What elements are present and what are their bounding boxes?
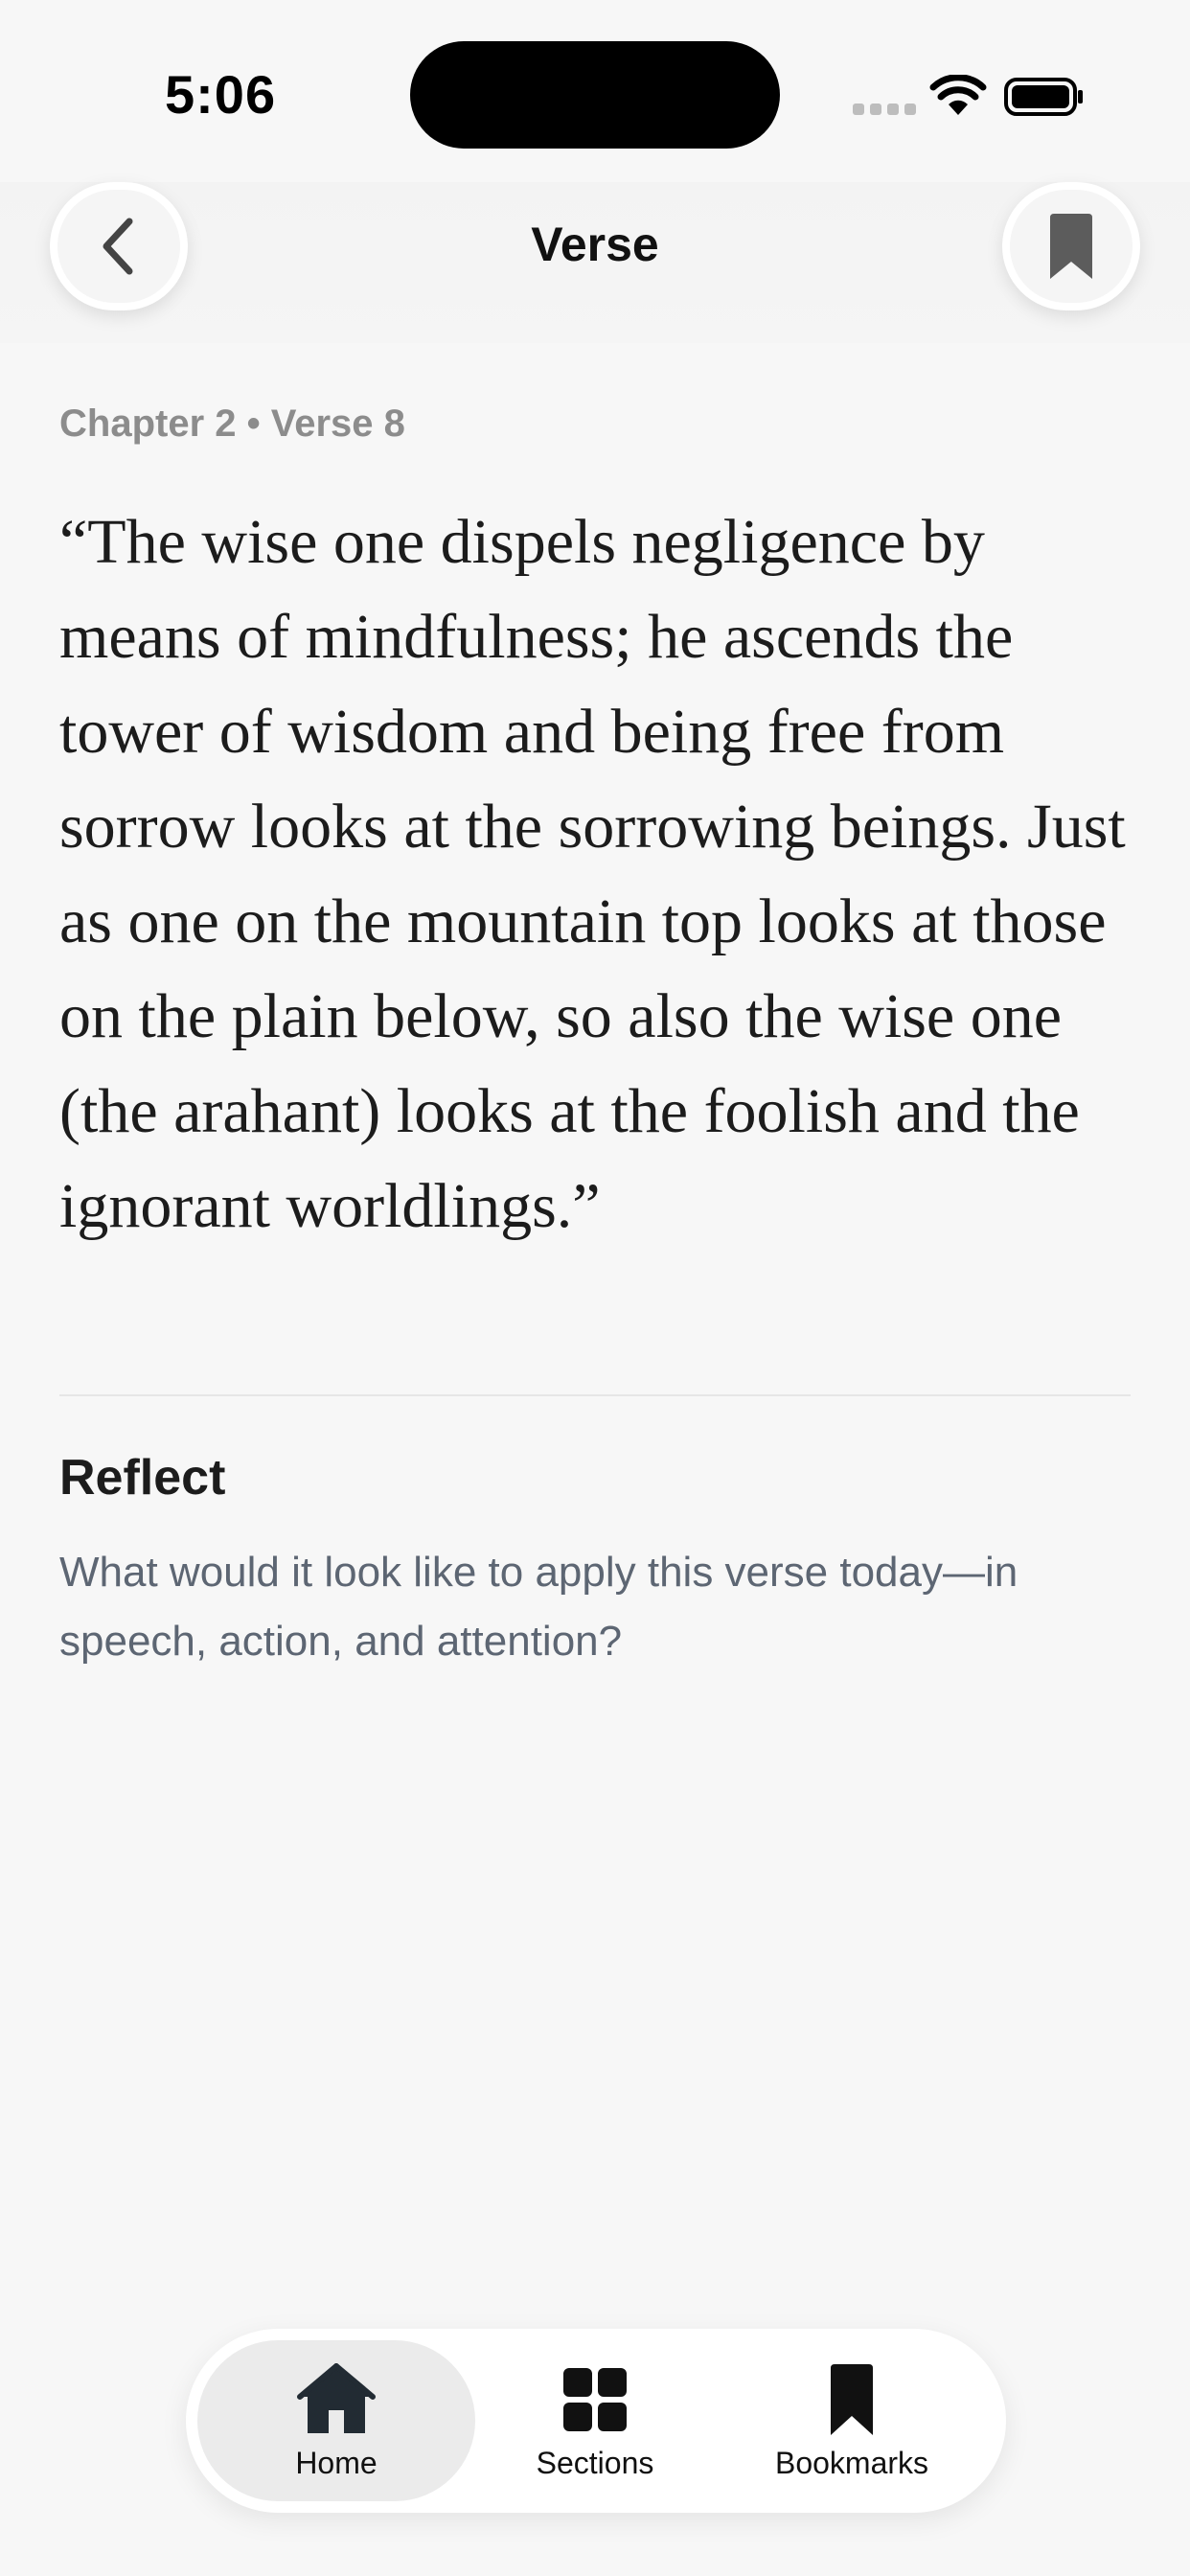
bookmark-icon <box>1050 214 1092 279</box>
status-time: 5:06 <box>165 64 277 125</box>
grid-icon <box>563 2368 627 2431</box>
wifi-icon <box>929 75 987 115</box>
bookmark-button[interactable] <box>1002 182 1140 310</box>
tab-bookmarks[interactable]: Bookmarks <box>713 2340 991 2501</box>
tab-sections[interactable]: Sections <box>456 2340 734 2501</box>
tab-home[interactable]: Home <box>197 2340 475 2501</box>
home-icon <box>297 2363 376 2433</box>
reflect-prompt: What would it look like to apply this ve… <box>59 1549 1018 1665</box>
status-bar: 5:06 <box>0 0 1190 182</box>
battery-icon <box>1004 78 1083 116</box>
cellular-signal-icon <box>853 104 916 115</box>
tab-sections-label: Sections <box>536 2446 654 2480</box>
reflect-heading: Reflect <box>59 1450 226 1506</box>
verse-text: “The wise one dispels negligence by mean… <box>59 507 1126 1241</box>
dynamic-island <box>410 41 780 149</box>
bookmark-icon <box>831 2364 873 2435</box>
verse-reference: Chapter 2 • Verse 8 <box>59 402 405 445</box>
tab-bookmarks-label: Bookmarks <box>774 2446 929 2480</box>
nav-bar: Verse <box>0 182 1190 343</box>
tab-bar: Home Sections Bookmarks <box>186 2329 1006 2513</box>
divider <box>59 1394 1131 1396</box>
tab-home-label: Home <box>295 2446 378 2480</box>
